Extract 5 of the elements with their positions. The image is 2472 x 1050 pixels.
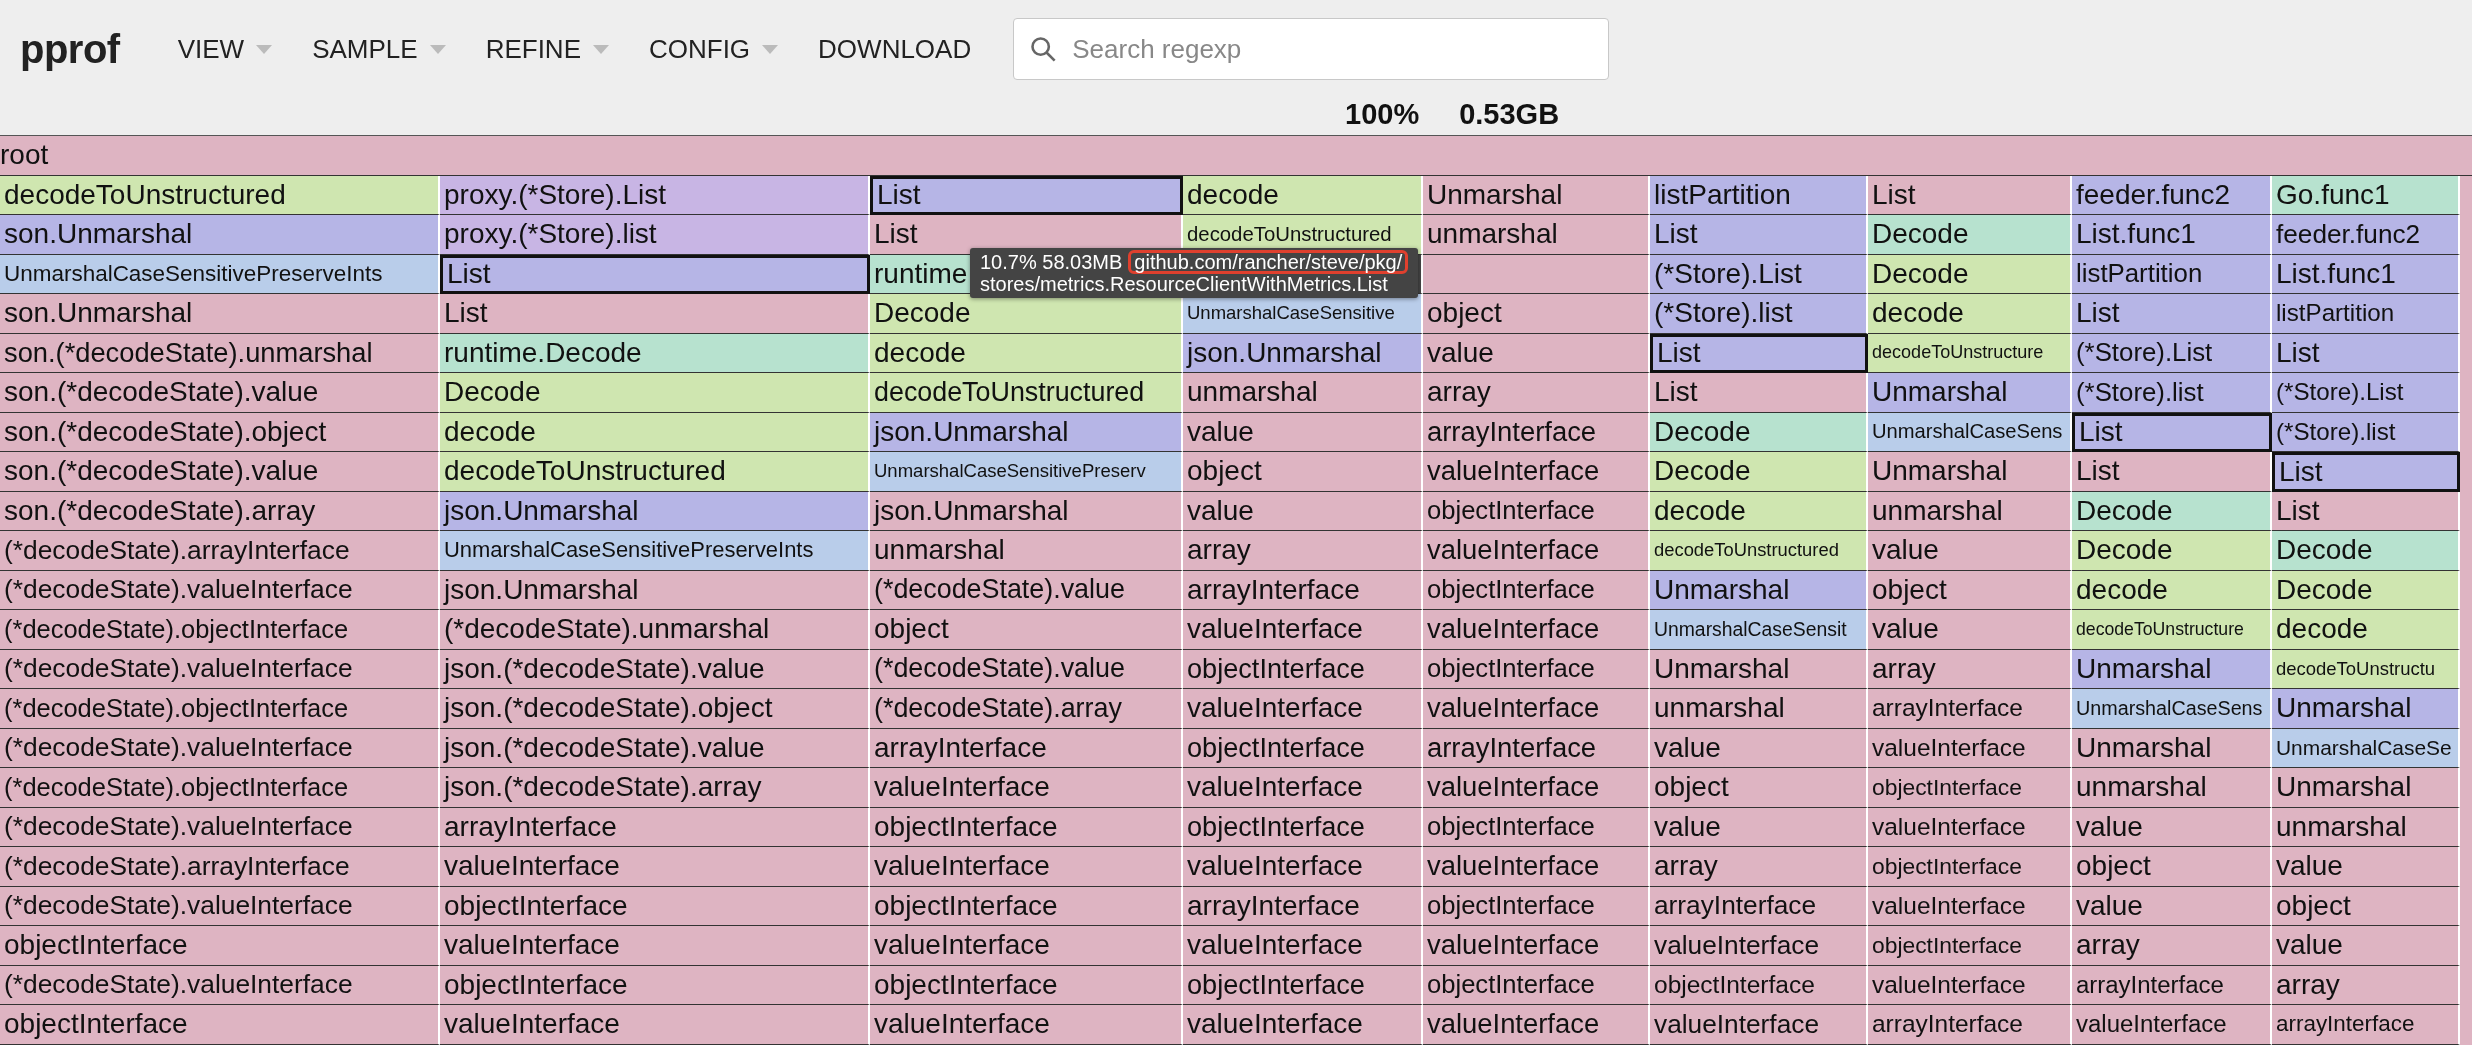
tooltip-path: github.com/rancher/steve/pkg/ (1128, 250, 1409, 274)
tooltip-function: stores/metrics.ResourceClientWithMetrics.List (980, 273, 1388, 295)
stat-value: 100% (1345, 98, 1420, 131)
app-logo: pprof (20, 26, 120, 72)
stat-value: 0.53GB (1459, 98, 1560, 131)
